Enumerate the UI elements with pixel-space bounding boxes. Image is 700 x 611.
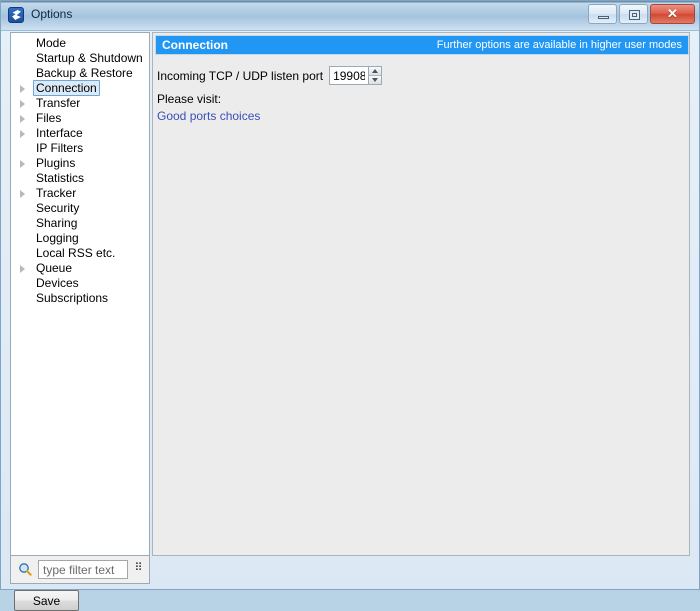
sidebar-item-security[interactable]: Security <box>11 201 149 216</box>
filter-input[interactable] <box>38 560 128 579</box>
sidebar-item-ip-filters[interactable]: IP Filters <box>11 141 149 156</box>
sidebar-item-tracker[interactable]: Tracker <box>11 186 149 201</box>
maximize-icon <box>629 10 640 20</box>
sidebar-item-label: Sharing <box>36 216 78 230</box>
close-icon: ✕ <box>667 6 678 21</box>
sidebar-item-mode[interactable]: Mode <box>11 36 149 51</box>
sidebar-item-label: Tracker <box>36 186 77 200</box>
options-tree[interactable]: Mode Startup & Shutdown Backup & Restore Co… <box>10 32 150 556</box>
chevron-right-icon[interactable] <box>20 115 25 123</box>
sidebar-item-label: Subscriptions <box>36 291 109 305</box>
sidebar-item-label: Mode <box>36 36 67 50</box>
tree-list: Mode Startup & Shutdown Backup & Restore Co… <box>11 33 149 306</box>
sidebar-item-label: Transfer <box>36 96 81 110</box>
spinner-up-button[interactable] <box>369 67 382 76</box>
window-title: Options <box>31 7 73 21</box>
window-controls: ✕ <box>588 4 695 25</box>
chevron-right-icon[interactable] <box>20 160 25 168</box>
search-icon <box>18 562 32 576</box>
sidebar-item-interface[interactable]: Interface <box>11 126 149 141</box>
sidebar-item-label: Local RSS etc. <box>36 246 116 260</box>
vuze-logo-icon <box>8 7 24 23</box>
please-visit-label: Please visit: <box>157 92 222 106</box>
sidebar-item-connection[interactable]: Connection <box>11 80 149 96</box>
save-button[interactable]: Save <box>14 590 79 611</box>
filter-menu-icon[interactable]: ⠿ <box>133 563 144 574</box>
chevron-down-icon <box>372 78 379 82</box>
sidebar-item-files[interactable]: Files <box>11 111 149 126</box>
chevron-right-icon[interactable] <box>20 85 25 93</box>
listen-port-label: Incoming TCP / UDP listen port <box>157 68 324 83</box>
good-ports-choices-link[interactable]: Good ports choices <box>157 109 260 123</box>
listen-port-input[interactable] <box>329 66 369 85</box>
chevron-right-icon[interactable] <box>20 265 25 273</box>
spinner-buttons <box>368 66 383 85</box>
sidebar-item-sharing[interactable]: Sharing <box>11 216 149 231</box>
sidebar-item-startup-shutdown[interactable]: Startup & Shutdown <box>11 51 149 66</box>
sidebar-item-devices[interactable]: Devices <box>11 276 149 291</box>
tree-filter-row: ⠿ <box>10 556 150 584</box>
sidebar-item-local-rss-etc[interactable]: Local RSS etc. <box>11 246 149 261</box>
sidebar-item-queue[interactable]: Queue <box>11 261 149 276</box>
minimize-button[interactable] <box>588 4 617 24</box>
maximize-button[interactable] <box>619 4 648 24</box>
sidebar-item-label: Logging <box>36 231 79 245</box>
window-client-area: Mode Startup & Shutdown Backup & Restore Co… <box>2 31 698 611</box>
sidebar-item-plugins[interactable]: Plugins <box>11 156 149 171</box>
sidebar-item-backup-restore[interactable]: Backup & Restore <box>11 66 149 81</box>
user-mode-note: Further options are available in higher … <box>436 39 682 51</box>
section-header: Connection Further options are available… <box>155 35 689 55</box>
close-button[interactable]: ✕ <box>650 4 695 24</box>
sidebar-item-label: Files <box>36 111 62 125</box>
connection-settings-panel: Connection Further options are available… <box>152 32 690 556</box>
title-bar: Options ✕ <box>1 1 699 31</box>
listen-port-row: Incoming TCP / UDP listen port <box>157 66 383 85</box>
sidebar-item-transfer[interactable]: Transfer <box>11 96 149 111</box>
sidebar-item-label: Backup & Restore <box>36 66 133 80</box>
chevron-right-icon[interactable] <box>20 100 25 108</box>
spinner-down-button[interactable] <box>369 76 382 84</box>
sidebar-item-label: Security <box>36 201 80 215</box>
sidebar-item-label: Devices <box>36 276 79 290</box>
sidebar-item-label: Connection <box>33 80 100 96</box>
sidebar-item-label: Interface <box>36 126 83 140</box>
sidebar-item-label: IP Filters <box>36 141 84 155</box>
sidebar-item-subscriptions[interactable]: Subscriptions <box>11 291 149 306</box>
chevron-up-icon <box>372 69 379 73</box>
chevron-right-icon[interactable] <box>20 190 25 198</box>
chevron-right-icon[interactable] <box>20 130 25 138</box>
sidebar-item-label: Statistics <box>36 171 85 185</box>
page-title: Connection <box>162 38 228 52</box>
sidebar-item-label: Plugins <box>36 156 76 170</box>
sidebar-item-logging[interactable]: Logging <box>11 231 149 246</box>
sidebar-item-statistics[interactable]: Statistics <box>11 171 149 186</box>
minimize-icon <box>598 16 609 19</box>
sidebar-item-label: Startup & Shutdown <box>36 51 143 65</box>
options-window: Options ✕ Mode Startup & Shutdown Backup &… <box>0 0 700 611</box>
listen-port-stepper[interactable] <box>329 66 383 85</box>
sidebar-item-label: Queue <box>36 261 73 275</box>
